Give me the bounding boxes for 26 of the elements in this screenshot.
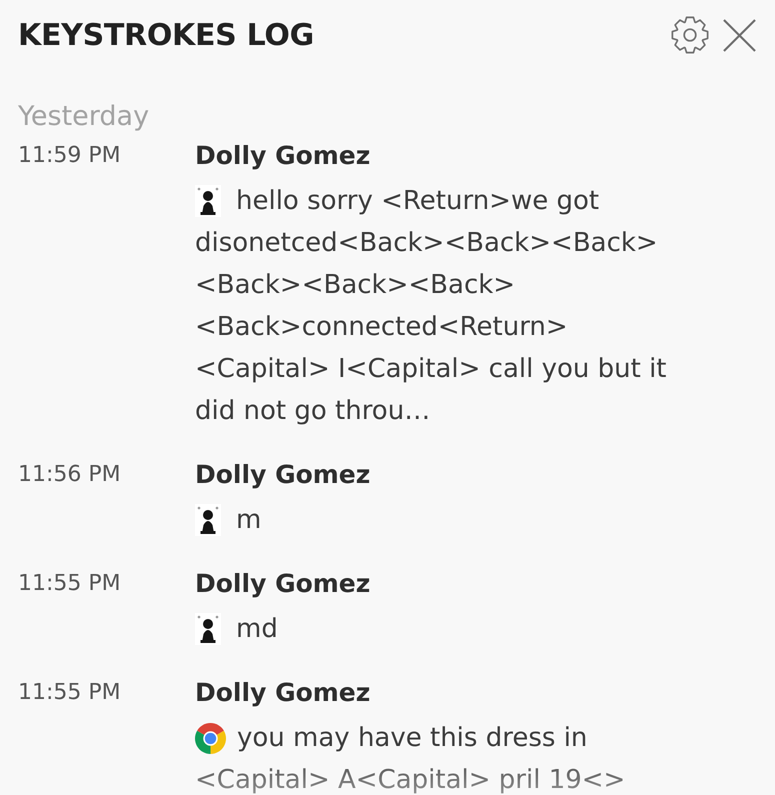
time-label: 11:59 PM (18, 143, 121, 168)
window-title: KEYSTROKES LOG (18, 18, 314, 52)
date-heading: Yesterday (18, 100, 150, 134)
message-line: m (236, 504, 262, 537)
message-line: did not go throu… (195, 395, 430, 428)
time-label: 11:55 PM (18, 571, 121, 596)
sender-name: Dolly Gomez (195, 678, 370, 707)
message-line: md (236, 613, 278, 646)
browser-icon (195, 722, 226, 754)
message-line: <Capital> I<Capital> call you but it (195, 353, 667, 386)
sender-name: Dolly Gomez (195, 141, 370, 170)
settings-icon[interactable] (671, 16, 709, 54)
sender-name: Dolly Gomez (195, 460, 370, 489)
pawn-icon (195, 185, 221, 217)
message-line: you may have this dress in (237, 722, 588, 755)
sender-name: Dolly Gomez (195, 569, 370, 598)
message-line: <Back>connected<Return> (195, 311, 568, 344)
close-icon[interactable] (723, 18, 756, 52)
pawn-icon (195, 613, 221, 645)
time-label: 11:55 PM (18, 680, 121, 705)
time-label: 11:56 PM (18, 462, 121, 487)
message-line: hello sorry <Return>we got (236, 185, 600, 218)
message-line: disonetced<Back><Back><Back> (195, 227, 658, 260)
pawn-icon (195, 504, 221, 536)
message-line: <Capital> A<Capital> pril 19<> (195, 764, 626, 795)
message-line: <Back><Back><Back> (195, 269, 516, 302)
